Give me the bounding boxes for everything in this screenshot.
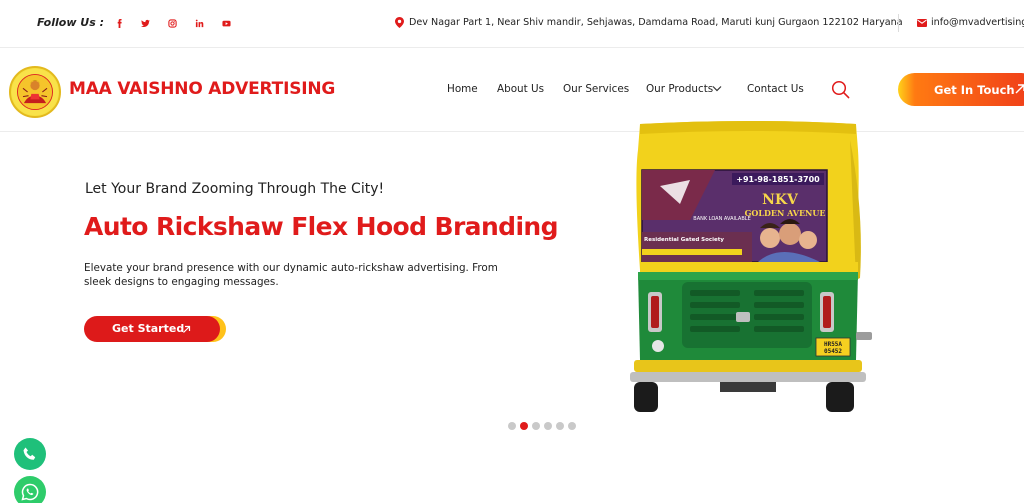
get-in-touch-label: Get In Touch [934, 83, 1015, 97]
nav-our-products[interactable]: Our Products [646, 83, 713, 95]
banner-title: NKV [762, 192, 799, 208]
arrow-up-right-icon [1015, 84, 1024, 94]
phone-icon [23, 447, 36, 460]
slider-dot[interactable] [520, 422, 528, 430]
nav-our-services[interactable]: Our Services [563, 83, 629, 95]
get-in-touch-button[interactable]: Get In Touch [898, 73, 1024, 106]
arrow-up-right-icon [183, 325, 191, 333]
search-icon[interactable] [831, 80, 850, 99]
twitter-icon[interactable] [140, 18, 150, 28]
banner-society: Residential Gated Society [644, 237, 724, 243]
follow-us-label: Follow Us : [37, 16, 105, 29]
banner-phone: +91-98-1851-3700 [736, 175, 820, 184]
svg-text:HR55A: HR55A [824, 341, 842, 348]
hero-tagline: Let Your Brand Zooming Through The City! [85, 181, 385, 197]
slider-dot[interactable] [556, 422, 564, 430]
get-started-label: Get Started [112, 322, 185, 335]
hero-description: Elevate your brand presence with our dyn… [84, 262, 498, 288]
slider-dot[interactable] [544, 422, 552, 430]
slider-dot[interactable] [532, 422, 540, 430]
brand-logo[interactable] [9, 66, 61, 118]
goddess-emblem-icon [11, 68, 59, 116]
call-button[interactable] [14, 438, 46, 470]
topbar-divider [898, 14, 899, 32]
whatsapp-button[interactable] [14, 476, 46, 503]
address-text: Dev Nagar Part 1, Near Shiv mandir, Sehj… [409, 17, 903, 28]
auto-rickshaw-image: +91-98-1851-3700 NKV GOLDEN AVENUE BANK … [630, 121, 872, 412]
email-link[interactable]: info@mvadvertising [931, 17, 1024, 28]
slider-dot[interactable] [568, 422, 576, 430]
banner-loan: BANK LOAN AVAILABLE [693, 216, 750, 222]
nav-home[interactable]: Home [447, 83, 478, 95]
get-started-button[interactable]: Get Started [84, 316, 220, 342]
facebook-icon[interactable] [114, 18, 124, 28]
nav-contact-us[interactable]: Contact Us [747, 83, 804, 95]
nav-about-us[interactable]: About Us [497, 83, 544, 95]
youtube-icon[interactable] [221, 18, 231, 28]
slider-dots [508, 422, 576, 430]
brand-name[interactable]: MAA VAISHNO ADVERTISING [69, 79, 335, 99]
instagram-icon[interactable] [167, 18, 177, 28]
linkedin-icon[interactable] [194, 18, 204, 28]
whatsapp-icon [21, 483, 39, 501]
location-pin-icon [395, 17, 404, 28]
mail-icon [917, 19, 927, 27]
slider-dot[interactable] [508, 422, 516, 430]
top-bar: Follow Us : Dev Nagar Part 1, Near Shiv … [0, 0, 1024, 48]
banner-subtitle: GOLDEN AVENUE [745, 208, 826, 218]
chevron-down-icon[interactable] [712, 85, 722, 92]
svg-text:05452: 05452 [824, 348, 842, 355]
hero-headline: Auto Rickshaw Flex Hood Branding [84, 212, 559, 241]
